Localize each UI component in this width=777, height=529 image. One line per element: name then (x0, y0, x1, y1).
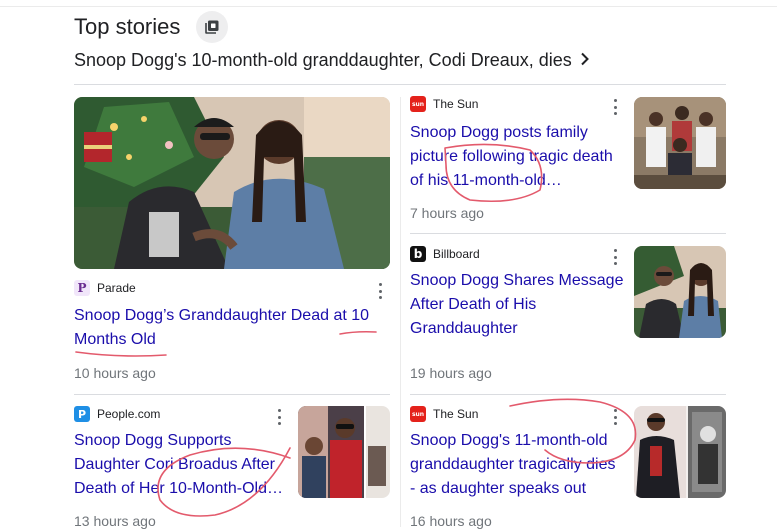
parade-logo-icon: P (74, 280, 90, 296)
top-stories-header: Top stories (74, 11, 229, 43)
chevron-right-icon (580, 50, 590, 71)
more-options-icon[interactable] (375, 282, 385, 300)
the-sun-logo-icon: sun (410, 96, 426, 112)
people-logo-icon: P (74, 406, 90, 422)
source-row: sun The Sun (410, 406, 478, 422)
top-rule (0, 6, 777, 7)
story-thumbnail[interactable] (634, 406, 726, 498)
more-options-icon[interactable] (610, 408, 620, 426)
source-name: The Sun (433, 407, 479, 421)
source-name: Parade (97, 281, 136, 295)
card-divider (74, 394, 390, 395)
story-title[interactable]: Snoop Dogg Shares Message After Death of… (410, 269, 630, 341)
card-divider (410, 233, 726, 234)
source-row: P People.com (74, 406, 160, 422)
header-divider (74, 84, 726, 85)
more-options-icon[interactable] (610, 248, 620, 266)
story-thumbnail[interactable] (634, 97, 726, 189)
card-divider (410, 394, 726, 395)
story-thumbnail[interactable] (634, 246, 726, 338)
source-name: Billboard (433, 247, 480, 261)
the-sun-logo-icon: sun (410, 406, 426, 422)
story-cluster-title: Snoop Dogg's 10-month-old granddaughter,… (74, 49, 572, 70)
source-row: b Billboard (410, 246, 480, 262)
more-options-icon[interactable] (610, 98, 620, 116)
source-name: The Sun (433, 97, 479, 111)
source-name: People.com (97, 407, 161, 421)
story-cluster-link[interactable]: Snoop Dogg's 10-month-old granddaughter,… (74, 48, 590, 72)
billboard-logo-icon: b (410, 246, 426, 262)
stacked-cards-icon (205, 20, 219, 34)
stories-menu-button[interactable] (196, 11, 229, 43)
more-options-icon[interactable] (274, 408, 284, 426)
story-thumbnail[interactable] (298, 406, 390, 498)
story-image[interactable] (74, 97, 390, 269)
story-title[interactable]: Snoop Dogg's 11-month-old granddaughter … (410, 429, 632, 501)
section-title: Top stories (74, 14, 181, 39)
story-title[interactable]: Snoop Dogg Supports Daughter Cori Broadu… (74, 429, 296, 501)
source-row: sun The Sun (410, 96, 478, 112)
story-title[interactable]: Snoop Dogg’s Granddaughter Dead at 10 Mo… (74, 304, 384, 352)
story-time: 19 hours ago (410, 365, 492, 381)
column-divider (400, 97, 401, 527)
story-time: 7 hours ago (410, 205, 484, 221)
story-time: 10 hours ago (74, 365, 156, 381)
source-row: P Parade (74, 280, 136, 296)
story-title[interactable]: Snoop Dogg posts family picture followin… (410, 121, 625, 193)
